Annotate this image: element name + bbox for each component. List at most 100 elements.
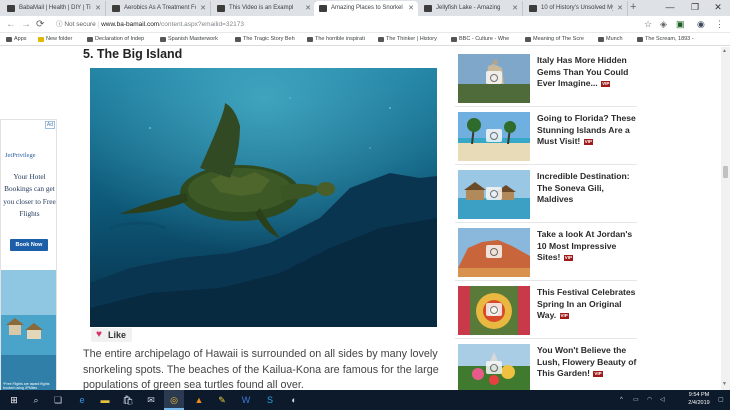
taskbar-clock[interactable]: 9:54 PM 2/4/2019 [682,392,716,407]
related-article-garden[interactable]: You Won't Believe the Lush, Flowery Beau… [455,342,637,390]
camera-icon [486,361,502,374]
related-article-florida[interactable]: Going to Florida? These Stunning Islands… [455,110,637,165]
bookmark-label: The horrible inspirati [315,36,365,42]
ad-logo: JetPrivilege [5,152,36,159]
task-view-icon[interactable]: ❏ [48,390,68,410]
reload-icon[interactable]: ⟳ [36,17,44,32]
bookmark-favicon-icon [525,37,531,42]
bookmark-label: Apps [14,36,27,42]
close-icon[interactable]: ✕ [617,1,623,16]
camera-icon [486,245,502,258]
bookmark-favicon-icon [235,37,241,42]
tab-title: This Video is an Exampl [229,5,294,11]
jordan-thumbnail [458,228,530,277]
chrome-icon[interactable]: ◎ [164,390,184,410]
bookmark-item[interactable]: Declaration of Indep [87,33,144,46]
extension-green-icon[interactable]: ▣ [676,17,685,32]
back-arrow-icon[interactable]: ← [6,17,16,32]
tab-history[interactable]: 10 of History's Unsolved My ✕ [524,1,628,16]
notification-icon[interactable]: ▢ [718,390,724,410]
paint-icon[interactable]: ✎ [212,390,232,410]
festival-thumbnail [458,286,530,335]
url-path: /content.aspx?emailid=32173 [159,21,244,28]
resort-ad-image [1,270,56,390]
tab-jellyfish[interactable]: Jellyfish Lake - Amazing ✕ [419,1,523,16]
extension-icon[interactable]: ◈ [660,17,667,32]
bookmark-item[interactable]: The Scream, 1893 - [637,33,694,46]
bookmark-apps[interactable]: Apps [6,33,27,46]
tab-babamail[interactable]: BabaMail | Health | DIY | Tip ✕ [2,1,106,16]
photos-icon[interactable]: ◐ [284,390,304,410]
windows-icon[interactable]: ⊞ [4,390,24,410]
close-icon[interactable]: ✕ [305,1,311,16]
web-page: 5. The Big Island ♥ Like The entire arch… [0,47,730,390]
ad-choices-badge[interactable]: Ad [44,121,55,129]
close-icon[interactable]: ✕ [200,1,206,16]
close-icon[interactable]: ✕ [512,1,518,16]
sea-turtle-illustration [90,68,437,327]
related-article-jordan[interactable]: Take a look At Jordan's 10 Most Impressi… [455,226,637,281]
bookmark-folder[interactable]: New folder [38,33,72,46]
bookmark-item[interactable]: The Tragic Story Beh [235,33,295,46]
bookmark-label: Declaration of Indep [95,36,145,42]
vip-badge: VIP [601,81,611,88]
related-article-festival[interactable]: This Festival Celebrates Spring In an Or… [455,284,637,339]
tab-aerobics[interactable]: Aerobics As A Treatment Fo ✕ [107,1,211,16]
wifi-icon[interactable]: ◠ [647,390,652,410]
profile-avatar-icon[interactable]: ◉ [697,17,705,32]
bookmark-item[interactable]: The Thinker | History [378,33,437,46]
store-icon[interactable]: 🛍 [118,390,138,410]
bookmark-favicon-icon [637,37,643,42]
tab-title: Aerobics As A Treatment Fo [124,5,196,11]
edge-icon[interactable]: e [72,390,92,410]
scroll-thumb[interactable] [723,166,728,178]
ad-fine-print: *Free Flights are award flights booked u… [3,382,50,390]
scroll-up-icon[interactable]: ▲ [722,48,727,54]
scroll-down-icon[interactable]: ▼ [722,381,727,387]
address-bar[interactable]: ⓘ Not secure | www.ba-bamail.com/content… [56,18,636,31]
star-icon[interactable]: ☆ [644,17,652,32]
minimize-icon[interactable]: — [660,0,680,15]
close-icon[interactable]: ✕ [408,1,414,16]
maximize-icon[interactable]: ❐ [685,0,705,15]
section-title: 5. The Big Island [83,47,183,61]
bookmark-item[interactable]: The horrible inspirati [307,33,365,46]
vip-badge: VIP [583,139,593,146]
apps-grid-icon [6,37,12,42]
favicon-icon [424,5,432,12]
bookmark-item[interactable]: BBC - Culture - Whe [451,33,509,46]
tray-chevron-icon[interactable]: ^ [620,390,623,410]
info-icon[interactable]: ⓘ [56,21,63,28]
file-explorer-icon[interactable]: ▬ [95,390,115,410]
close-icon[interactable]: ✕ [95,1,101,16]
skype-icon[interactable]: S [260,390,280,410]
related-article-italy[interactable]: Italy Has More Hidden Gems Than You Coul… [455,52,637,107]
new-tab-plus-icon[interactable]: + [630,0,636,15]
tab-snorkel-active[interactable]: Amazing Places to Snorkel A ✕ [314,1,418,16]
tab-video-example[interactable]: This Video is an Exampl ✕ [212,1,316,16]
article-body-text: The entire archipelago of Hawaii is surr… [83,348,439,390]
forward-arrow-icon[interactable]: → [21,17,31,32]
italy-thumbnail [458,54,530,103]
bookmark-item[interactable]: Munch [598,33,623,46]
related-article-title: Incredible Destination: The Soneva Gili,… [537,171,639,206]
vlc-icon[interactable]: ▲ [189,390,209,410]
title-text: Incredible Destination: The Soneva Gili,… [537,171,630,205]
jetprivilege-ad[interactable]: Ad JetPrivilege Your Hotel Bookings can … [0,119,57,390]
bookmark-item[interactable]: Meaning of The Scre [525,33,584,46]
bookmark-label: Spanish Masterwork [168,36,218,42]
search-icon[interactable]: ⌕ [26,390,46,410]
book-now-button[interactable]: Book Now [10,239,48,251]
window-close-icon[interactable]: ✕ [708,0,728,15]
bookmark-item[interactable]: Spanish Masterwork [160,33,218,46]
like-button[interactable]: ♥ Like [91,328,132,342]
favicon-icon [319,5,327,12]
related-article-maldives[interactable]: Incredible Destination: The Soneva Gili,… [455,168,637,223]
page-scrollbar[interactable]: ▲ ▼ [721,47,730,390]
network-icon[interactable]: ▭ [633,390,639,410]
volume-icon[interactable]: ◁ [660,390,665,410]
bookmark-favicon-icon [598,37,604,42]
word-icon[interactable]: W [236,390,256,410]
menu-dots-icon[interactable]: ⋮ [715,17,724,32]
mail-icon[interactable]: ✉ [141,390,161,410]
